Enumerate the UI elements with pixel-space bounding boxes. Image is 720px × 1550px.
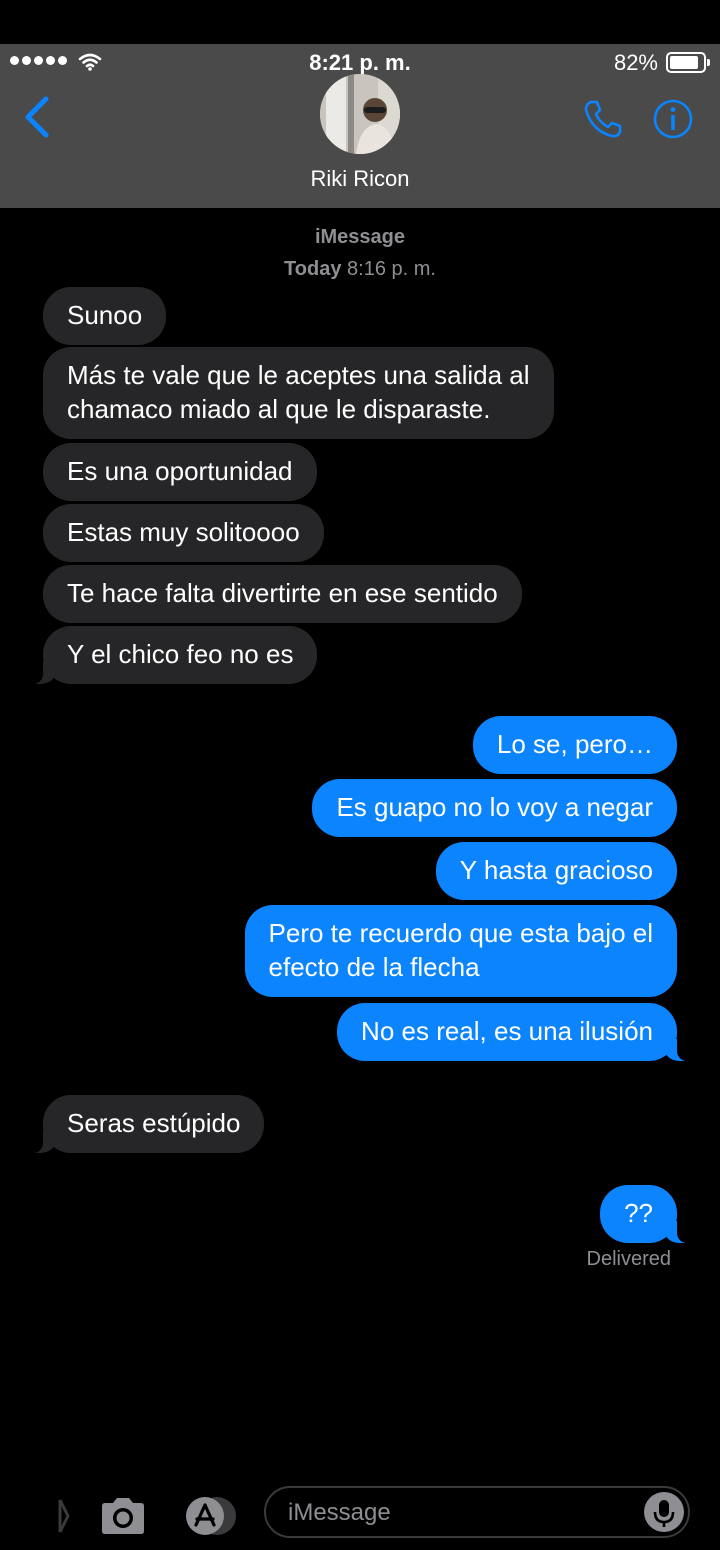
status-time: 8:21 p. m. <box>309 50 411 75</box>
composer-bar: iMessage <box>0 1478 720 1550</box>
input-placeholder: iMessage <box>288 1499 391 1526</box>
incoming-message[interactable]: Más te vale que le aceptes una salida al… <box>43 347 554 439</box>
outgoing-message[interactable]: Y hasta gracioso <box>435 842 677 900</box>
back-chevron-icon[interactable] <box>22 96 52 138</box>
outgoing-message[interactable]: ?? <box>600 1185 691 1243</box>
service-label: iMessage <box>314 226 406 248</box>
outgoing-message[interactable]: Pero te recuerdo que esta bajo el efecto… <box>244 905 677 997</box>
imessage-input[interactable]: iMessage <box>264 1486 690 1538</box>
incoming-message[interactable]: Te hace falta divertirte en ese sentido <box>43 565 522 623</box>
phone-call-icon[interactable] <box>582 98 624 140</box>
conversation-timestamp: Today 8:16 p. m. <box>284 258 436 280</box>
camera-icon[interactable] <box>98 1496 148 1536</box>
top-band <box>0 0 720 44</box>
battery-percentage: 82% <box>613 50 658 75</box>
status-bar: 8:21 p. m. 82% <box>0 44 720 78</box>
app-drawer-edge-icon[interactable] <box>56 1496 72 1536</box>
incoming-message[interactable]: Y el chico feo no es <box>28 626 318 684</box>
delivered-status: Delivered <box>586 1248 671 1270</box>
app-store-icon[interactable] <box>180 1496 238 1536</box>
outgoing-message[interactable]: No es real, es una ilusión <box>337 1003 691 1061</box>
avatar-photo <box>320 74 400 154</box>
contact-name[interactable]: Riki Ricon <box>0 166 720 192</box>
battery-icon <box>666 52 710 73</box>
outgoing-message[interactable]: Es guapo no lo voy a negar <box>312 779 677 837</box>
outgoing-message[interactable]: Lo se, pero… <box>472 716 677 774</box>
incoming-message[interactable]: Sunoo <box>43 287 167 345</box>
incoming-message[interactable]: Es una oportunidad <box>43 443 317 501</box>
incoming-message[interactable]: Seras estúpido <box>28 1095 265 1153</box>
microphone-icon[interactable] <box>644 1492 684 1532</box>
contact-avatar[interactable] <box>320 74 400 154</box>
incoming-message[interactable]: Estas muy solitoooo <box>43 504 324 562</box>
info-icon[interactable] <box>652 98 694 140</box>
